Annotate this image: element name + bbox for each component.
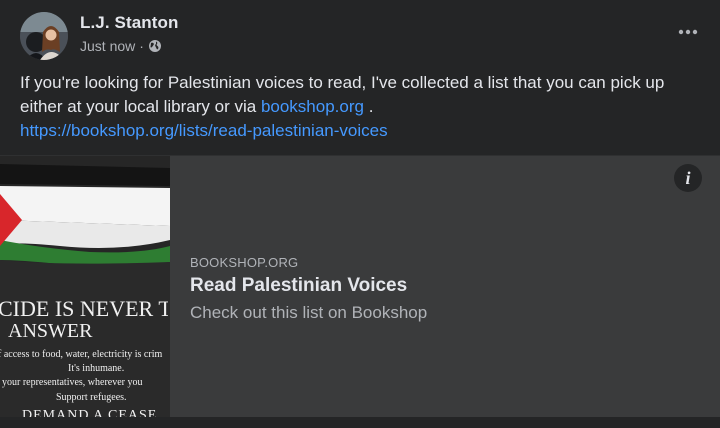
thumbnail-line-3: f access to food, water, electricity is … xyxy=(0,349,163,360)
thumbnail-line-4: It's inhumane. xyxy=(68,363,125,374)
author-name[interactable]: L.J. Stanton xyxy=(80,13,178,33)
post-meta: Just now · xyxy=(80,38,162,54)
thumbnail-line-6: Support refugees. xyxy=(56,392,127,403)
globe-icon[interactable] xyxy=(148,39,162,53)
avatar-image xyxy=(20,12,68,60)
bookshop-inline-link[interactable]: bookshop.org xyxy=(261,97,364,116)
post-timestamp[interactable]: Just now xyxy=(80,38,135,54)
post-body: If you're looking for Palestinian voices… xyxy=(20,71,710,143)
meta-separator: · xyxy=(139,38,144,54)
preview-description: Check out this list on Bookshop xyxy=(190,303,428,322)
preview-title[interactable]: Read Palestinian Voices xyxy=(190,275,407,297)
thumbnail-line-1: CIDE IS NEVER T xyxy=(0,296,168,321)
thumbnail-line-2: ANSWER xyxy=(8,320,93,342)
list-url-link[interactable]: https://bookshop.org/lists/read-palestin… xyxy=(20,121,388,140)
info-icon[interactable]: i xyxy=(674,164,702,192)
info-icon-label: i xyxy=(685,167,691,188)
post-divider xyxy=(0,417,720,428)
thumbnail-line-5: your representatives, wherever you xyxy=(2,377,143,388)
preview-thumbnail[interactable]: CIDE IS NEVER T ANSWER f access to food,… xyxy=(0,156,170,418)
post-text-end: . xyxy=(363,97,374,116)
author-avatar[interactable] xyxy=(20,12,68,60)
facebook-post: L.J. Stanton Just now · If you're lookin… xyxy=(0,0,720,428)
preview-domain: BOOKSHOP.ORG xyxy=(190,255,299,270)
more-options-icon[interactable] xyxy=(674,18,702,46)
link-preview-card[interactable]: CIDE IS NEVER T ANSWER f access to food,… xyxy=(0,155,720,418)
